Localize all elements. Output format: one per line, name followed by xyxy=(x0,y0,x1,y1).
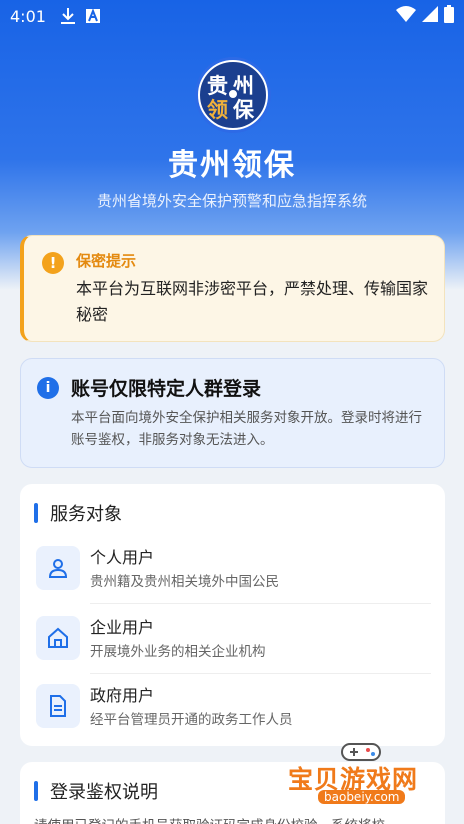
section-header: 服务对象 xyxy=(34,500,122,526)
watermark: 宝贝游戏网 baobeiy.com xyxy=(288,738,438,808)
warning-title: 保密提示 xyxy=(76,252,137,270)
divider xyxy=(90,673,431,674)
battery-icon xyxy=(444,5,454,27)
app-subtitle: 贵州省境外安全保护预警和应急指挥系统 xyxy=(96,192,367,210)
section-title: 登录鉴权说明 xyxy=(50,782,158,803)
divider xyxy=(90,603,431,604)
service-name: 个人用户 xyxy=(90,548,155,567)
status-bar: 4:01 xyxy=(0,0,464,32)
service-desc: 经平台管理员开通的政务工作人员 xyxy=(90,712,293,728)
service-item-government: 政府用户 经平台管理员开通的政务工作人员 xyxy=(34,676,431,738)
info-icon: i xyxy=(37,377,59,399)
auth-text: 请使用已登记的手机号获取验证码完成身份校验，系统将校 xyxy=(34,814,431,824)
account-restriction-card: i 账号仅限特定人群登录 本平台面向境外安全保护相关服务对象开放。登录时将进行账… xyxy=(20,358,445,468)
notice-title: 账号仅限特定人群登录 xyxy=(71,378,262,400)
service-item-enterprise: 企业用户 开展境外业务的相关企业机构 xyxy=(34,608,431,674)
download-icon xyxy=(60,7,76,25)
document-icon xyxy=(36,684,80,728)
confidentiality-notice-card: ! 保密提示 本平台为互联网非涉密平台，严禁处理、传输国家秘密 xyxy=(20,235,445,342)
warning-text: 本平台为互联网非涉密平台，严禁处理、传输国家秘密 xyxy=(76,279,429,324)
person-icon xyxy=(36,546,80,590)
status-time: 4:01 xyxy=(10,6,46,26)
app-logo: 贵 州 领 保 xyxy=(198,60,268,130)
warning-icon: ! xyxy=(42,252,64,274)
logo-emblem xyxy=(227,88,239,100)
service-targets-card: 服务对象 个人用户 贵州籍及贵州相关境外中国公民 企业用户 开展境外业务的相关企… xyxy=(20,484,445,746)
service-desc: 开展境外业务的相关企业机构 xyxy=(90,644,266,660)
app-title: 贵州领保 xyxy=(168,148,296,183)
signal-icon xyxy=(422,6,438,26)
service-desc: 贵州籍及贵州相关境外中国公民 xyxy=(90,574,279,590)
building-icon xyxy=(36,616,80,660)
font-a-icon xyxy=(85,9,100,23)
wifi-icon xyxy=(396,6,416,26)
service-item-individual: 个人用户 贵州籍及贵州相关境外中国公民 xyxy=(34,538,431,604)
service-name: 企业用户 xyxy=(90,618,155,637)
section-header: 登录鉴权说明 xyxy=(34,778,158,804)
section-accent-bar xyxy=(34,503,38,523)
section-accent-bar xyxy=(34,781,38,801)
logo-char: 领 xyxy=(207,98,228,122)
section-title: 服务对象 xyxy=(50,504,122,525)
notice-text: 本平台面向境外安全保护相关服务对象开放。登录时将进行账号鉴权，非服务对象无法进入… xyxy=(71,410,422,448)
watermark-url: baobeiy.com xyxy=(318,790,406,804)
service-name: 政府用户 xyxy=(90,686,155,705)
